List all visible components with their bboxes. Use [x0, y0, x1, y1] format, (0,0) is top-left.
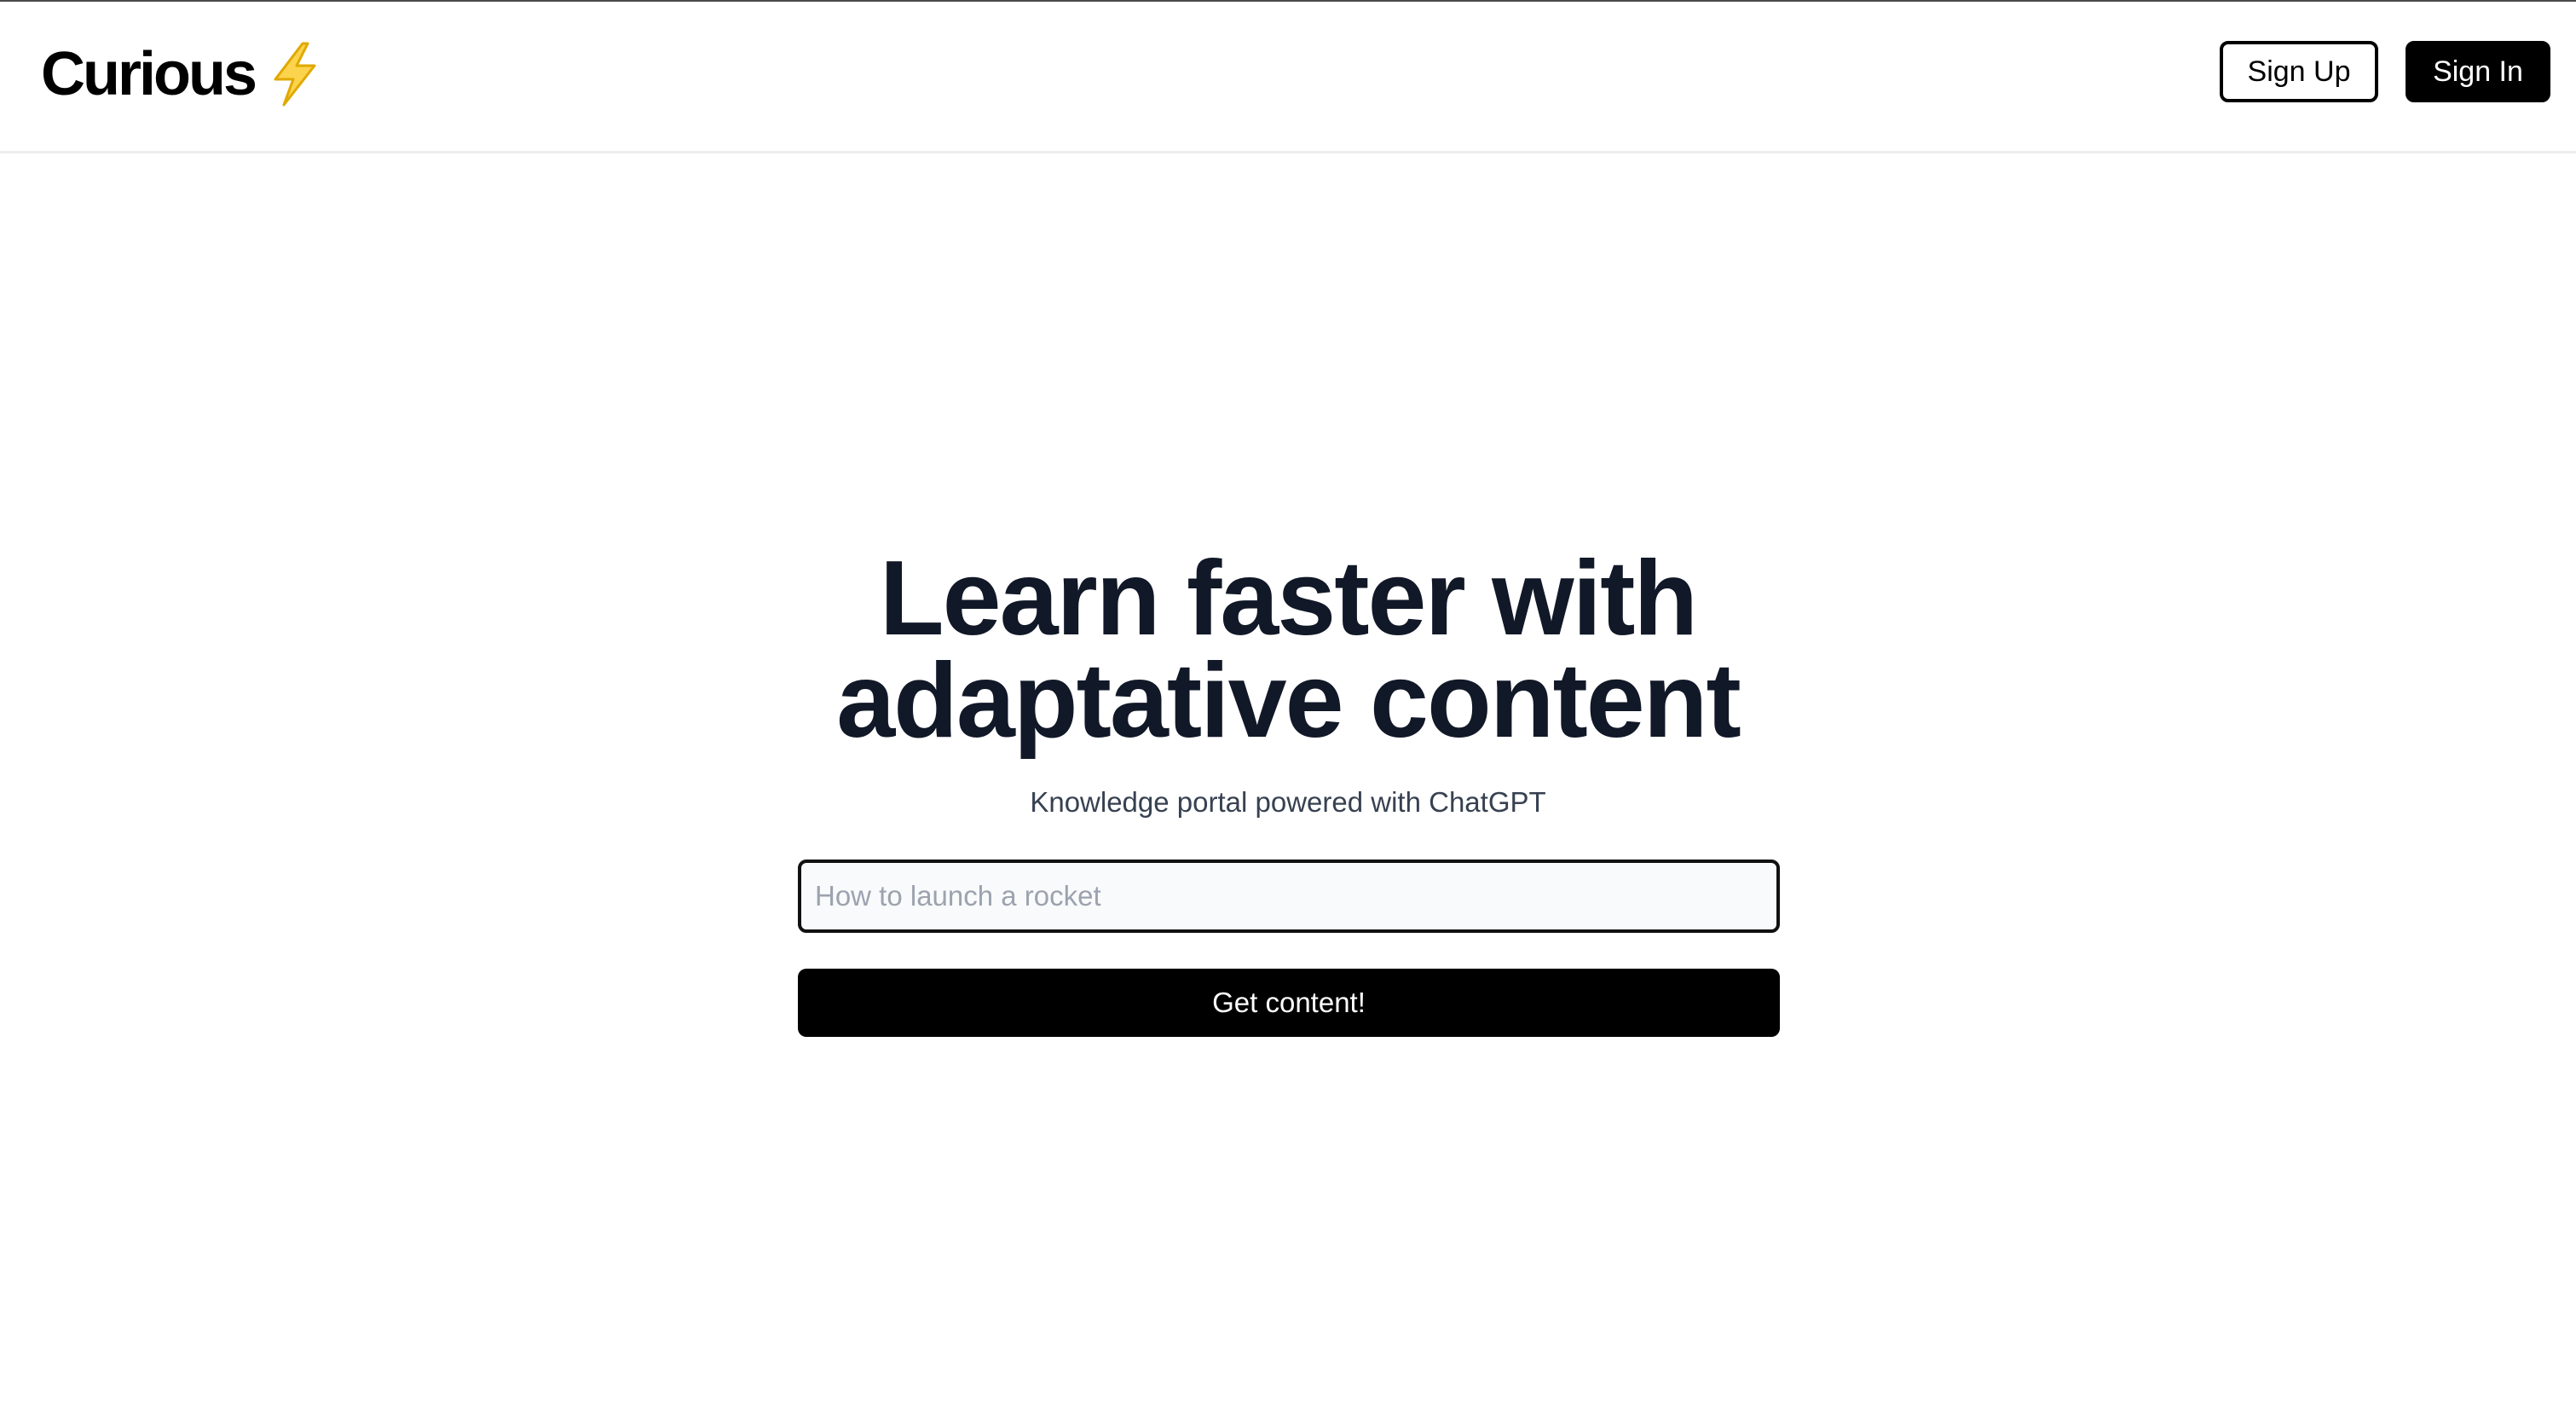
sign-in-button[interactable]: Sign In — [2406, 41, 2550, 102]
hero-title: Learn faster with adaptative content — [0, 540, 2576, 760]
hero-title-line-1: Learn faster with — [879, 540, 1698, 657]
auth-actions: Sign Up Sign In — [2220, 41, 2550, 102]
brand-logo[interactable]: Curious — [41, 36, 320, 113]
topic-search-input[interactable] — [798, 860, 1780, 933]
hero-subtitle: Knowledge portal powered with ChatGPT — [1030, 786, 1546, 818]
top-navbar: Curious Sign Up Sign In — [0, 2, 2576, 153]
hero-title-line-2: adaptative content — [836, 642, 1741, 760]
lightning-bolt-icon — [270, 42, 320, 107]
sign-up-button[interactable]: Sign Up — [2220, 41, 2378, 102]
brand-name: Curious — [41, 40, 257, 108]
landing-page: Curious Sign Up Sign In Learn faster wit… — [0, 0, 2576, 1424]
get-content-button[interactable]: Get content! — [798, 969, 1780, 1037]
